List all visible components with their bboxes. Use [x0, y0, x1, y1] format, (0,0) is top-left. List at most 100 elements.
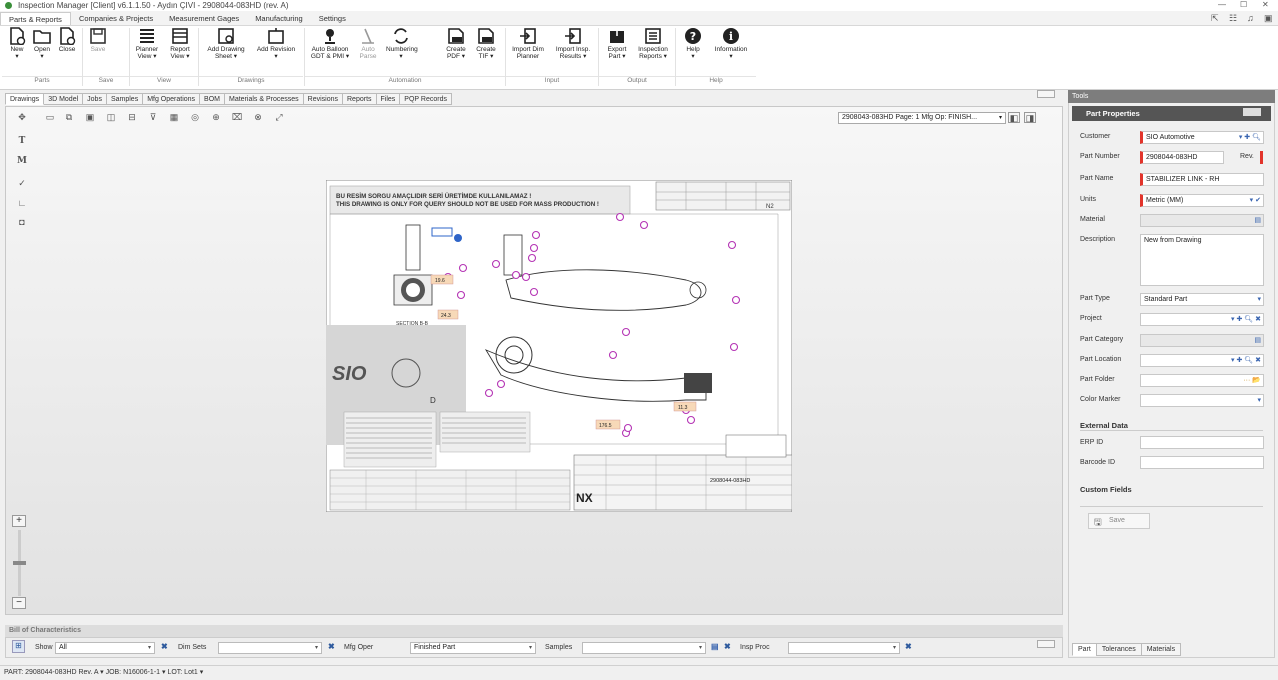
callout-4[interactable]: 176.5 — [599, 423, 612, 429]
view-tool-icon[interactable]: ⊗ — [252, 112, 264, 123]
erp-id-field[interactable] — [1140, 436, 1264, 449]
save-ribbon-button[interactable]: Save — [86, 26, 110, 72]
tab-materials-processes[interactable]: Materials & Processes — [225, 93, 304, 105]
color-marker-select[interactable]: ▾ — [1140, 394, 1264, 407]
select-tool-icon[interactable]: ✥ — [16, 112, 28, 123]
tab-reports[interactable]: Reports — [343, 93, 377, 105]
minimize-icon[interactable]: — — [1218, 0, 1226, 9]
insp-proc-select[interactable]: ▾ — [788, 642, 900, 654]
boc-grid-icon[interactable]: ⊞ — [12, 640, 25, 653]
dim-sets-select[interactable]: ▾ — [218, 642, 322, 654]
project-field[interactable]: ▾ ✚ 🔍︎ ✖ — [1140, 313, 1264, 326]
clear-samples-icon[interactable]: ✖ — [724, 642, 731, 651]
clear-show-icon[interactable]: ✖ — [161, 642, 168, 651]
copy-tool-icon[interactable]: ⧉ — [63, 112, 75, 123]
page-prev-icon[interactable]: ◧ — [1008, 112, 1020, 123]
tab-pqp-records[interactable]: PQP Records — [400, 93, 452, 105]
project-actions-icon[interactable]: ▾ ✚ 🔍︎ ✖ — [1231, 314, 1261, 325]
text-tool[interactable]: T — [16, 136, 28, 147]
tab-bom[interactable]: BOM — [200, 93, 225, 105]
check-tool-icon[interactable]: ✓ — [16, 178, 28, 189]
angle-tool-icon[interactable]: ∟ — [16, 198, 28, 209]
tab-3d-model[interactable]: 3D Model — [44, 93, 84, 105]
boc-collapse-button[interactable] — [1037, 640, 1055, 648]
customer-actions-icon[interactable]: ▾ ✚ 🔍︎ — [1239, 132, 1261, 143]
datum-tool-icon[interactable]: ◘ — [16, 217, 28, 228]
tab-measurement-gages[interactable]: Measurement Gages — [161, 12, 247, 25]
import-dim-planner-button[interactable]: Import Dim Planner — [510, 26, 546, 72]
numbering-button[interactable]: Numbering ▾ — [386, 26, 418, 72]
part-type-select[interactable]: Standard Part ▾ — [1140, 293, 1264, 306]
zoom-out-button[interactable]: − — [12, 597, 26, 609]
ribbon-toggle-icon[interactable]: ⇱ — [1211, 13, 1219, 24]
tab-manufacturing[interactable]: Manufacturing — [247, 12, 311, 25]
zoom-slider-handle[interactable] — [13, 561, 26, 565]
notification-icon[interactable]: ♫ — [1247, 13, 1254, 23]
callout-1[interactable]: 19.6 — [435, 278, 445, 284]
status-bar[interactable]: PART: 2908044-083HD Rev. A ▾ JOB: N16006… — [0, 665, 1278, 680]
rev-field[interactable] — [1260, 151, 1263, 164]
information-button[interactable]: i Information ▾ — [710, 26, 752, 72]
tab-part[interactable]: Part — [1072, 643, 1097, 656]
open-button[interactable]: Open ▾ — [30, 26, 54, 72]
crop-tool-icon[interactable]: ⌧ — [231, 112, 243, 123]
barcode-id-field[interactable] — [1140, 456, 1264, 469]
tab-samples[interactable]: Samples — [106, 93, 144, 105]
measure-tool[interactable]: M — [16, 156, 28, 167]
add-drawing-sheet-button[interactable]: Add Drawing Sheet ▾ — [204, 26, 248, 72]
tab-drawings[interactable]: Drawings — [5, 93, 45, 105]
folder-browse-icon[interactable]: ··· 📂 — [1243, 375, 1261, 386]
inspection-reports-button[interactable]: Inspection Reports ▾ — [634, 26, 672, 72]
close-window-icon[interactable]: ✕ — [1262, 0, 1269, 9]
part-folder-field[interactable]: ··· 📂 — [1140, 374, 1264, 387]
auto-parse-button[interactable]: Auto Parse — [354, 26, 382, 72]
page-selector[interactable]: 2908043-083HD Page: 1 Mfg Op: FINISH... ▾ — [838, 112, 1006, 124]
samples-calendar-icon[interactable]: ▤ — [711, 642, 719, 651]
category-picker-icon[interactable]: ▤ — [1254, 335, 1261, 346]
target-tool-icon[interactable]: ◎ — [189, 112, 201, 123]
description-field[interactable]: New from Drawing — [1140, 234, 1264, 286]
expand-tool-icon[interactable]: ⤢ — [273, 112, 285, 123]
auto-balloon-button[interactable]: Auto Balloon GDT & PMI ▾ — [310, 26, 350, 72]
callout-2[interactable]: 24.3 — [441, 313, 451, 319]
clear-dim-sets-icon[interactable]: ✖ — [328, 642, 335, 651]
create-tif-button[interactable]: Create TIF ▾ — [474, 26, 498, 72]
tab-parts-reports[interactable]: Parts & Reports — [0, 12, 71, 25]
create-pdf-button[interactable]: Create PDF ▾ — [444, 26, 468, 72]
close-button[interactable]: Close — [56, 26, 78, 72]
show-select[interactable]: All ▾ — [55, 642, 155, 654]
customer-field[interactable]: SIO Automotive ▾ ✚ 🔍︎ — [1140, 131, 1264, 144]
add-revision-button[interactable]: Add Revision ▾ — [254, 26, 298, 72]
clear-insp-proc-icon[interactable]: ✖ — [905, 642, 912, 651]
tab-companies-projects[interactable]: Companies & Projects — [71, 12, 161, 25]
tab-jobs[interactable]: Jobs — [83, 93, 107, 105]
collapse-button[interactable] — [1037, 90, 1055, 98]
import-insp-results-button[interactable]: Import Insp. Results ▾ — [552, 26, 594, 72]
report-view-button[interactable]: Report View ▾ — [168, 26, 192, 72]
tab-settings[interactable]: Settings — [311, 12, 354, 25]
units-confirm-icon[interactable]: ▾ ✔ — [1250, 195, 1261, 206]
part-location-field[interactable]: ▾ ✚ 🔍︎ ✖ — [1140, 354, 1264, 367]
maximize-icon[interactable]: ☐ — [1240, 0, 1247, 9]
part-number-field[interactable]: 2908044-083HD — [1140, 151, 1224, 164]
save-button[interactable]: 🖫︎ Save — [1088, 513, 1150, 529]
tab-tolerances[interactable]: Tolerances — [1095, 643, 1142, 656]
help-button[interactable]: ? Help ▾ — [682, 26, 704, 72]
page-next-icon[interactable]: ◨ — [1024, 112, 1036, 123]
material-field[interactable]: ▤ — [1140, 214, 1264, 227]
panel-collapse-icon[interactable] — [1243, 108, 1261, 116]
units-select[interactable]: Metric (MM) ▾ ✔ — [1140, 194, 1264, 207]
layout-icon[interactable]: ☷ — [1229, 13, 1237, 24]
tab-revisions[interactable]: Revisions — [303, 93, 343, 105]
callout-3[interactable]: 11.3 — [678, 405, 688, 411]
zoom-tool-icon[interactable]: ⊕ — [210, 112, 222, 123]
layer-tool-icon[interactable]: ⊟ — [126, 112, 138, 123]
zoom-in-button[interactable]: + — [12, 515, 26, 527]
samples-select[interactable]: ▾ — [582, 642, 706, 654]
engineering-drawing[interactable]: BU RESİM SORGU AMAÇLIDIR SERİ ÜRETİMDE K… — [326, 180, 792, 512]
fit-tool-icon[interactable]: ▭ — [44, 112, 56, 123]
location-actions-icon[interactable]: ▾ ✚ 🔍︎ ✖ — [1231, 355, 1261, 366]
part-category-field[interactable]: ▤ — [1140, 334, 1264, 347]
new-button[interactable]: New ▾ — [6, 26, 28, 72]
tab-files[interactable]: Files — [376, 93, 401, 105]
